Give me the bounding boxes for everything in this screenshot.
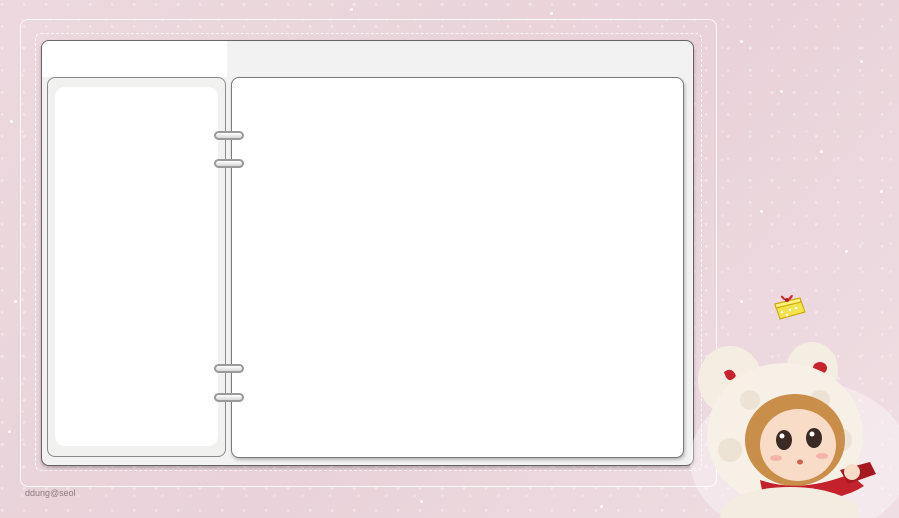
doll-illustration — [690, 342, 899, 518]
left-panel-content — [55, 87, 218, 446]
binder-ring-icon — [214, 131, 244, 140]
right-panel-content — [231, 77, 684, 458]
binder-tab — [42, 41, 227, 77]
binder-ring-icon — [214, 159, 244, 168]
binder-ring-icon — [214, 393, 244, 402]
binder-ring-icon — [214, 364, 244, 373]
left-panel — [47, 77, 226, 457]
watermark-text: ddung@seol — [25, 488, 76, 498]
gift-box-icon — [774, 295, 806, 320]
